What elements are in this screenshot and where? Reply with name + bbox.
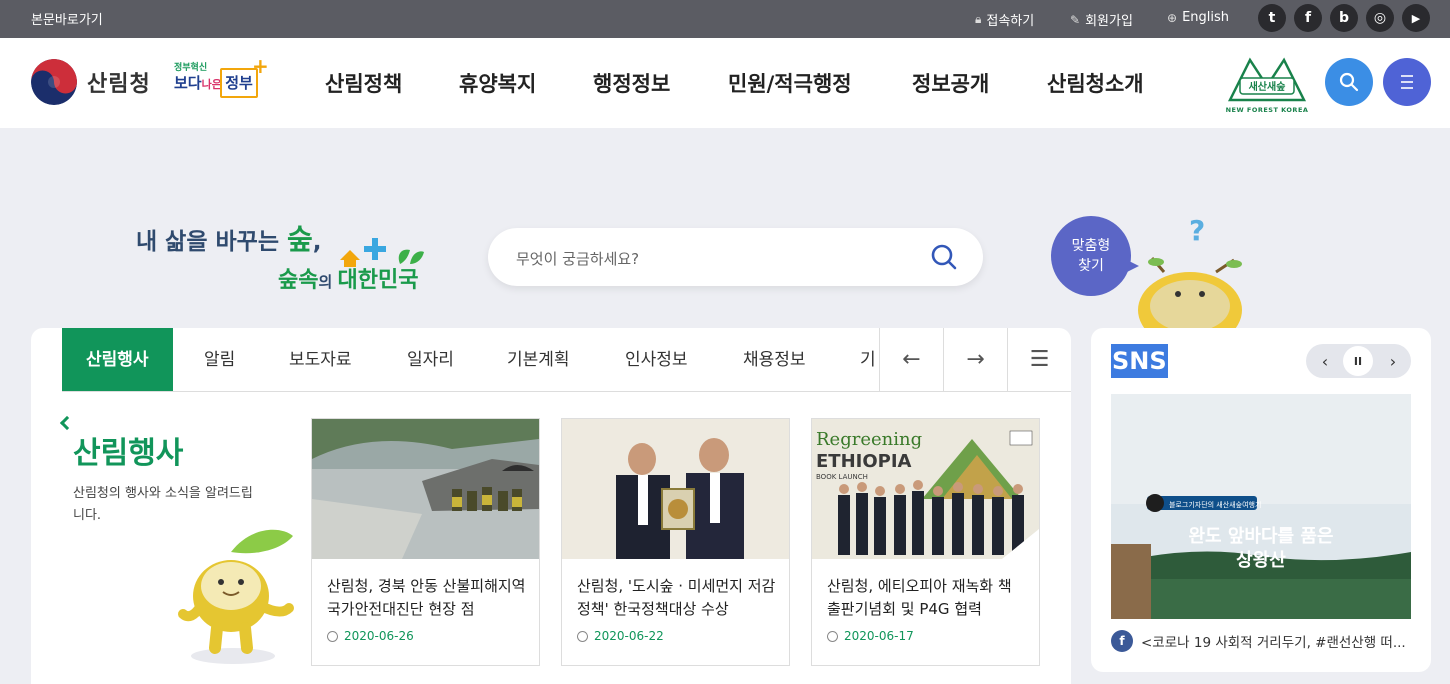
question-mark-icon: ?	[1189, 214, 1206, 247]
search-input[interactable]: 무엇이 궁금하세요?	[516, 248, 639, 269]
signup-label: 회원가입	[1085, 14, 1133, 29]
tab-forest-events[interactable]: 산림행사	[62, 328, 173, 391]
facebook-icon: f	[1111, 630, 1133, 652]
search-button[interactable]	[1325, 58, 1373, 106]
gov-innovation-logo: 정부혁신 보다나은 정부 +	[172, 54, 269, 102]
nav-about[interactable]: 산림청소개	[1047, 68, 1144, 98]
login-label: 접속하기	[986, 14, 1035, 29]
news-card-date: 2020-06-26	[327, 629, 414, 643]
sns-title: SNS	[1111, 344, 1168, 378]
tab-basic-plans[interactable]: 기본계획	[507, 328, 570, 391]
search-icon[interactable]	[929, 242, 959, 272]
tab-more[interactable]: 기	[860, 328, 876, 391]
gov-innovation-big: 보다나은	[174, 74, 222, 92]
chevron-left-icon: ‹	[1321, 351, 1329, 371]
news-card[interactable]: Regreening ETHIOPIA BOOK LAUNCH 산림청, 에티오…	[811, 418, 1040, 666]
facebook-icon[interactable]: f	[1294, 4, 1322, 32]
hamburger-menu-icon	[1401, 75, 1413, 89]
news-card[interactable]: 산림청, '도시숲 · 미세먼지 저감 정책' 한국정책대상 수상 2020-0…	[561, 418, 790, 666]
sns-post-caption[interactable]: f <코로나 19 사회적 거리두기, #랜선산행 떠...	[1111, 630, 1411, 652]
badge-subtitle: NEW FOREST KOREA	[1225, 106, 1309, 114]
news-card-date: 2020-06-17	[827, 629, 914, 643]
sns-image-banner: 블로그기자단의 새산새숲여행기	[1169, 500, 1261, 509]
clock-icon	[827, 630, 838, 642]
youtube-icon[interactable]: ▶	[1402, 4, 1430, 32]
search-icon	[1339, 72, 1359, 92]
sns-slider-controls: ‹ II ›	[1306, 344, 1411, 378]
instagram-icon[interactable]: ◎	[1366, 4, 1394, 32]
top-utility-bar: 본문바로가기 🔒︎ 접속하기 ✎ 회원가입 ⊕ English t f b ◎ …	[0, 0, 1450, 38]
news-card[interactable]: 산림청, 경북 안동 산불피해지역 국가안전대진단 현장 점 2020-06-2…	[311, 418, 540, 666]
tab-recruitment[interactable]: 채용정보	[743, 328, 806, 391]
tab-personnel[interactable]: 인사정보	[625, 328, 688, 391]
english-label: English	[1182, 10, 1230, 25]
nav-forest-policy[interactable]: 산림정책	[325, 68, 402, 98]
tab-press[interactable]: 보도자료	[289, 328, 352, 391]
news-card-date: 2020-06-22	[577, 629, 664, 643]
character-mascot-top	[1138, 257, 1242, 328]
sns-image-title-2: 상왕산	[1236, 550, 1286, 571]
government-emblem-logo[interactable]	[31, 59, 77, 105]
english-link[interactable]: ⊕ English	[1167, 10, 1229, 25]
clock-icon	[327, 630, 338, 642]
badge-name: 새산새숲	[1248, 82, 1286, 93]
tab-prev-button[interactable]: ←	[879, 328, 943, 392]
sns-panel: SNS ‹ II › 블로그기자단의 새산새숲여행기 완도 앞바다를 품은 상왕…	[1091, 328, 1431, 672]
news-card-title[interactable]: 산림청, 경북 안동 산불피해지역 국가안전대진단 현장 점	[327, 575, 527, 621]
news-card-title[interactable]: 산림청, '도시숲 · 미세먼지 저감 정책' 한국정책대상 수상	[577, 575, 777, 621]
nav-recreation-welfare[interactable]: 휴양복지	[459, 68, 536, 98]
sns-caption-text: <코로나 19 사회적 거리두기, #랜선산행 떠...	[1141, 635, 1406, 651]
tab-jobs[interactable]: 일자리	[407, 328, 454, 391]
board-panel: 산림행사 알림 보도자료 일자리 기본계획 인사정보 채용정보 기 ← → ☰ …	[31, 328, 1071, 684]
card3-sign-line3: BOOK LAUNCH	[816, 473, 868, 481]
card3-sign-line2: ETHIOPIA	[816, 451, 912, 472]
tab-list-button[interactable]: ☰	[1007, 328, 1071, 392]
slogan-decoration-icon	[340, 238, 424, 267]
signup-link[interactable]: ✎ 회원가입	[1070, 10, 1133, 30]
login-link[interactable]: 🔒︎ 접속하기	[975, 10, 1034, 29]
slogan-line-1: 내 삶을 바꾸는 숲,	[136, 223, 322, 256]
tab-notices[interactable]: 알림	[204, 328, 235, 391]
news-card-image[interactable]: Regreening ETHIOPIA BOOK LAUNCH	[812, 419, 1039, 559]
news-card-image[interactable]	[562, 419, 789, 559]
nav-info-disclosure[interactable]: 정보공개	[912, 68, 989, 98]
mascot-character	[178, 529, 294, 664]
card3-sign-line1: Regreening	[816, 429, 922, 450]
nav-admin-info[interactable]: 행정정보	[593, 68, 670, 98]
clock-icon	[577, 630, 588, 642]
custom-finder-line1: 맞춤형	[1071, 238, 1111, 254]
custom-finder-bubble[interactable]: 맞춤형 찾기	[1051, 216, 1131, 296]
sns-post-image[interactable]: 블로그기자단의 새산새숲여행기 완도 앞바다를 품은 상왕산	[1111, 394, 1411, 619]
news-card-image[interactable]	[312, 419, 539, 559]
chevron-right-icon: ›	[1389, 351, 1397, 371]
main-header: 산림청 정부혁신 보다나은 정부 + 산림정책 휴양복지 행정정보 민원/적극행…	[0, 38, 1450, 128]
sns-prev-button[interactable]: ‹	[1308, 344, 1342, 378]
lock-icon: 🔒︎	[975, 12, 982, 26]
blog-icon[interactable]: b	[1330, 4, 1358, 32]
board-section-title: 산림행사	[73, 436, 184, 471]
twitter-icon[interactable]: t	[1258, 4, 1286, 32]
plus-icon: +	[252, 54, 269, 78]
skip-to-content-link[interactable]: 본문바로가기	[31, 9, 103, 28]
arrow-right-icon: →	[966, 347, 985, 372]
menu-button[interactable]	[1383, 58, 1431, 106]
new-forest-korea-badge[interactable]: 새산새숲 NEW FOREST KOREA	[1222, 52, 1312, 114]
sns-next-button[interactable]: ›	[1376, 344, 1410, 378]
edit-icon: ✎	[1070, 12, 1081, 27]
agency-name[interactable]: 산림청	[87, 66, 151, 98]
custom-finder-line2: 찾기	[1078, 258, 1104, 274]
tab-next-button[interactable]: →	[943, 328, 1007, 392]
globe-icon: ⊕	[1167, 10, 1178, 25]
arrow-left-icon: ←	[902, 347, 921, 372]
title-marker	[59, 415, 75, 431]
list-icon: ☰	[1029, 347, 1050, 372]
board-tabs: 산림행사 알림 보도자료 일자리 기본계획 인사정보 채용정보 기	[62, 328, 910, 392]
nav-civil-service[interactable]: 민원/적극행정	[728, 68, 852, 98]
sns-image-title-1: 완도 앞바다를 품은	[1188, 526, 1333, 547]
main-search-box[interactable]: 무엇이 궁금하세요?	[488, 228, 983, 286]
pause-icon: II	[1353, 354, 1363, 368]
sns-pause-button[interactable]: II	[1343, 346, 1373, 376]
news-card-title[interactable]: 산림청, 에티오피아 재녹화 책 출판기념회 및 P4G 협력	[827, 575, 1027, 621]
